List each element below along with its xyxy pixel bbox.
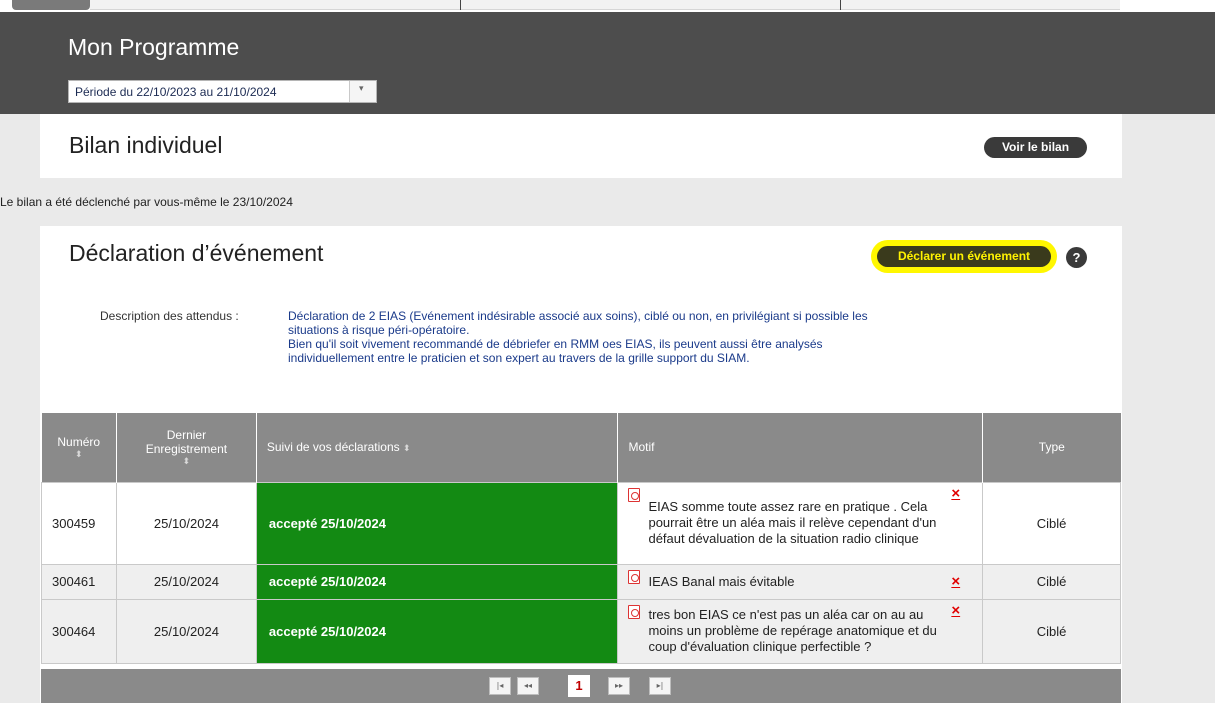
cell-numero: 300464 <box>41 598 117 664</box>
description-line: Bien qu'il soit vivement recommandé de d… <box>288 337 823 351</box>
divider <box>460 0 461 10</box>
table-row: 300459 25/10/2024 accepté 25/10/2024 EIA… <box>41 481 1121 565</box>
prev-page-button[interactable]: ◂◂ <box>517 677 539 695</box>
pagination: |◂ ◂◂ 1 ▸▸ ▸| <box>41 669 1121 703</box>
page-title: Mon Programme <box>68 34 240 60</box>
declare-event-button[interactable]: Déclarer un événement <box>877 246 1051 267</box>
column-header-label: Enregistrement <box>145 442 228 457</box>
motif-text: tres bon EIAS ce n'est pas un aléa car o… <box>648 607 937 654</box>
divider <box>840 0 841 10</box>
cell-type: Ciblé <box>982 481 1121 565</box>
delete-icon[interactable]: × <box>951 602 960 619</box>
gutter <box>1122 114 1215 703</box>
column-header-suivi[interactable]: Suivi de vos déclarations ⬍ <box>256 413 619 482</box>
top-nav-cells <box>90 0 1120 10</box>
description-line: situations à risque péri-opératoire. <box>288 323 470 337</box>
period-select[interactable]: Période du 22/10/2023 au 21/10/2024 ▾ <box>68 80 377 103</box>
cell-date: 25/10/2024 <box>115 481 257 565</box>
program-header: Mon Programme Période du 22/10/2023 au 2… <box>0 12 1215 114</box>
pdf-icon[interactable] <box>628 487 641 502</box>
description-line: Déclaration de 2 EIAS (Evénement indésir… <box>288 309 868 323</box>
delete-icon[interactable]: × <box>951 485 960 502</box>
column-header-label: Numéro <box>57 435 101 450</box>
cell-motif: EIAS somme toute assez rare en pratique … <box>617 481 984 565</box>
motif-text: IEAS Banal mais évitable <box>648 573 795 589</box>
motif-text: EIAS somme toute assez rare en pratique … <box>648 499 937 546</box>
chevron-down-icon: ▾ <box>359 84 364 94</box>
cell-motif: tres bon EIAS ce n'est pas un aléa car o… <box>617 598 984 664</box>
cell-numero: 300461 <box>41 563 117 600</box>
pdf-icon[interactable] <box>628 569 641 584</box>
cell-date: 25/10/2024 <box>115 598 257 664</box>
description-line: individuellement entre le praticien et s… <box>288 351 750 365</box>
first-page-button[interactable]: |◂ <box>489 677 511 695</box>
column-header-label: Dernier <box>166 428 207 443</box>
last-page-button[interactable]: ▸| <box>649 677 671 695</box>
bilan-trigger-note: Le bilan a été déclenché par vous-même l… <box>0 195 293 209</box>
cell-status-accepted: accepté 25/10/2024 <box>255 598 619 664</box>
pdf-icon[interactable] <box>628 604 641 619</box>
bilan-card: Bilan individuel Voir le bilan <box>40 120 1122 178</box>
cell-type: Ciblé <box>982 563 1121 600</box>
sort-icon[interactable]: ⬍ <box>403 443 411 453</box>
column-header-label: Suivi de vos déclarations <box>266 440 400 455</box>
table-row: 300464 25/10/2024 accepté 25/10/2024 tre… <box>41 598 1121 664</box>
column-header-label: Motif <box>628 440 655 455</box>
top-strip <box>0 0 1215 12</box>
cell-status-accepted: accepté 25/10/2024 <box>255 563 619 600</box>
period-select-value: Période du 22/10/2023 au 21/10/2024 <box>75 85 277 99</box>
sort-icon[interactable]: ⬍ <box>117 456 256 466</box>
delete-icon[interactable]: × <box>951 573 960 590</box>
column-header-motif: Motif <box>617 413 984 482</box>
gutter <box>0 226 40 703</box>
table-row: 300461 25/10/2024 accepté 25/10/2024 IEA… <box>41 563 1121 600</box>
column-header-label: Type <box>1038 440 1065 455</box>
gutter <box>0 114 40 178</box>
column-header-type: Type <box>982 413 1121 482</box>
cell-status-accepted: accepté 25/10/2024 <box>255 481 619 565</box>
cell-type: Ciblé <box>982 598 1121 664</box>
declaration-title: Déclaration d’événement <box>69 240 324 266</box>
help-icon[interactable]: ? <box>1066 247 1087 268</box>
description-label: Description des attendus : <box>100 309 239 323</box>
sort-icon[interactable]: ⬍ <box>42 449 116 459</box>
bilan-title: Bilan individuel <box>69 132 223 158</box>
cell-numero: 300459 <box>41 481 117 565</box>
column-header-numero[interactable]: Numéro ⬍ <box>41 413 117 482</box>
period-select-toggle[interactable]: ▾ <box>349 81 376 102</box>
declarations-table: Numéro ⬍ Dernier Enregistrement ⬍ Suivi … <box>41 413 1121 664</box>
cell-date: 25/10/2024 <box>115 563 257 600</box>
current-page[interactable]: 1 <box>568 675 590 697</box>
column-header-dernier-enregistrement[interactable]: Dernier Enregistrement ⬍ <box>116 413 257 482</box>
cell-motif: IEAS Banal mais évitable × <box>617 563 984 600</box>
description-text: Déclaration de 2 EIAS (Evénement indésir… <box>288 309 1048 365</box>
next-page-button[interactable]: ▸▸ <box>608 677 630 695</box>
view-bilan-button[interactable]: Voir le bilan <box>984 137 1087 158</box>
avatar <box>12 0 90 10</box>
